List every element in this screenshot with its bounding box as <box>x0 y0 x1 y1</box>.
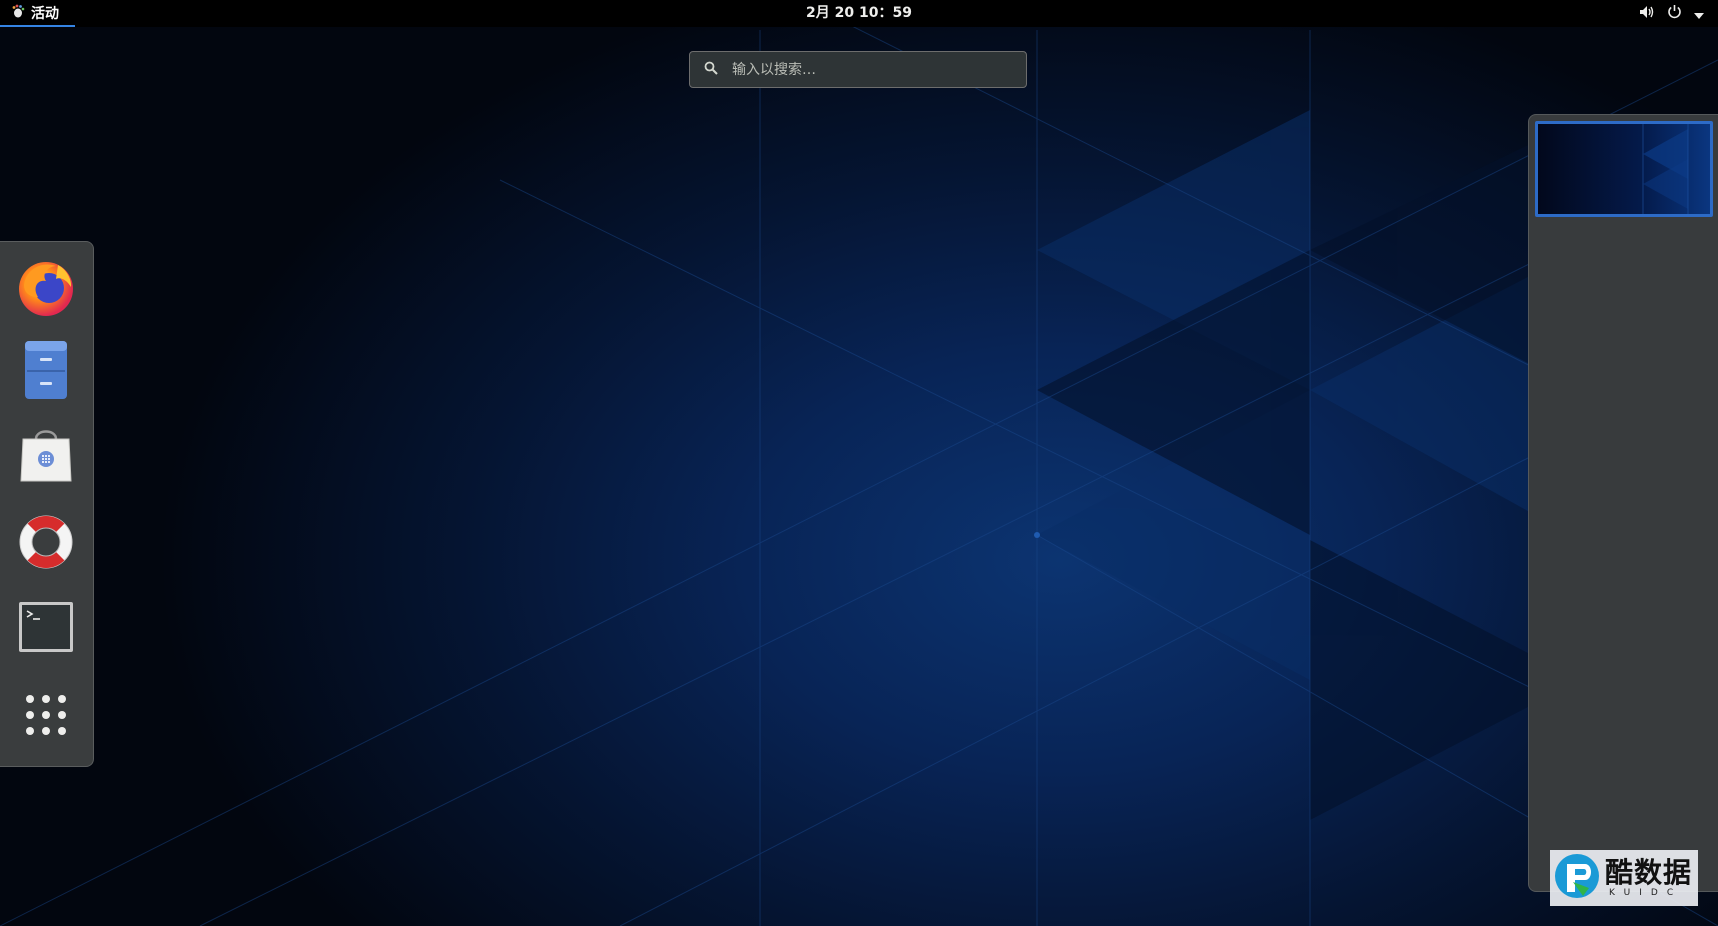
workspace-switcher <box>1528 114 1718 892</box>
system-menu[interactable] <box>1639 0 1704 27</box>
watermark-text: 酷数据 <box>1605 855 1693 889</box>
top-bar: 活动 2月 20 10：59 <box>0 0 1718 27</box>
volume-icon[interactable] <box>1639 4 1655 23</box>
dash <box>0 241 94 767</box>
power-icon[interactable] <box>1667 4 1682 23</box>
watermark-logo: 酷数据 KUIDC <box>1550 850 1698 906</box>
dropdown-arrow-icon[interactable] <box>1694 4 1704 23</box>
dash-item-help[interactable] <box>14 512 78 576</box>
activities-label: 活动 <box>31 5 59 22</box>
search-box[interactable] <box>689 51 1027 88</box>
desktop-wallpaper <box>0 0 1718 926</box>
clock-button[interactable]: 2月 20 10：59 <box>806 5 912 21</box>
dash-item-files[interactable] <box>14 340 78 404</box>
activities-button[interactable]: 活动 <box>0 0 75 27</box>
search-icon <box>704 60 718 79</box>
dash-item-terminal[interactable] <box>14 597 78 661</box>
workspace-thumbnail-preview <box>1642 124 1689 214</box>
app-grid-icon <box>24 693 68 741</box>
show-applications-button[interactable] <box>14 685 78 749</box>
gnome-foot-icon <box>11 4 25 22</box>
file-cabinet-icon <box>23 339 69 405</box>
lifebuoy-icon <box>16 512 76 576</box>
workspace-thumbnail[interactable] <box>1535 121 1713 217</box>
shopping-bag-icon <box>18 425 74 489</box>
firefox-icon <box>16 257 76 321</box>
watermark-subtext: KUIDC <box>1609 887 1683 898</box>
wallpaper-pattern <box>0 0 1718 926</box>
dash-item-firefox[interactable] <box>14 257 78 321</box>
terminal-icon <box>18 601 74 657</box>
watermark-icon <box>1553 852 1601 904</box>
search-input[interactable] <box>730 60 994 79</box>
dash-item-software[interactable] <box>14 425 78 489</box>
clock-container: 2月 20 10：59 <box>0 0 1718 27</box>
